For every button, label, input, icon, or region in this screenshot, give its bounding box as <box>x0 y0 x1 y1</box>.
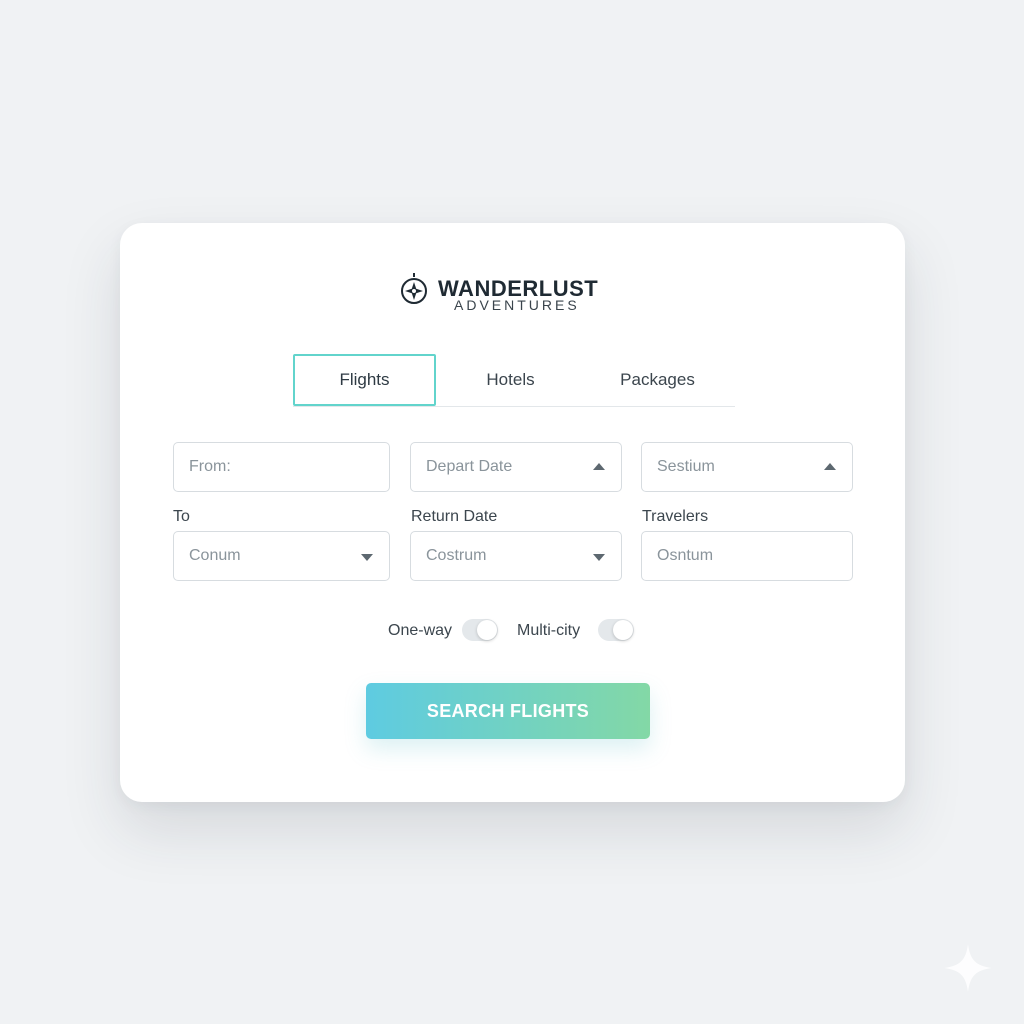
search-tabs: Flights Hotels Packages <box>293 354 735 408</box>
caret-down-icon <box>593 554 605 561</box>
return-date-value: Costrum <box>426 547 487 564</box>
tab-flights[interactable]: Flights <box>293 354 436 406</box>
to-field-value: Conum <box>189 547 241 564</box>
multi-city-toggle[interactable] <box>598 619 634 641</box>
return-date-label: Return Date <box>411 508 498 525</box>
tabs-divider <box>293 406 735 407</box>
trip-type-toggles: One-way Multi-city <box>120 617 905 647</box>
sestium-field-value: Sestium <box>657 458 715 475</box>
travelers-field[interactable]: Osntum <box>641 531 853 581</box>
search-flights-button[interactable]: SEARCH FLIGHTS <box>366 683 650 739</box>
travelers-field-value: Osntum <box>657 547 714 564</box>
multi-city-label: Multi-city <box>517 622 581 639</box>
tab-packages[interactable]: Packages <box>586 354 729 406</box>
return-date-field[interactable]: Costrum <box>410 531 622 581</box>
depart-date-value: Depart Date <box>426 458 513 475</box>
compass-icon <box>401 273 427 304</box>
caret-down-icon <box>361 554 373 561</box>
from-field-value: From: <box>189 458 231 475</box>
to-label: To <box>173 508 190 525</box>
depart-date-field[interactable]: Depart Date <box>410 442 622 492</box>
caret-up-icon <box>824 463 836 470</box>
from-field[interactable]: From: <box>173 442 390 492</box>
one-way-label: One-way <box>388 622 453 639</box>
brand-logo: WANDERLUST ADVENTURES <box>120 271 905 321</box>
flight-search-card: WANDERLUST ADVENTURES Flights Hotels Pac… <box>120 223 905 802</box>
sparkle-icon <box>944 944 992 992</box>
sestium-field[interactable]: Sestium <box>641 442 853 492</box>
one-way-toggle[interactable] <box>462 619 498 641</box>
travelers-label: Travelers <box>642 508 709 525</box>
toggle-knob <box>613 620 633 640</box>
caret-up-icon <box>593 463 605 470</box>
tab-hotels[interactable]: Hotels <box>439 354 582 406</box>
toggle-knob <box>477 620 497 640</box>
to-field[interactable]: Conum <box>173 531 390 581</box>
brand-subtitle: ADVENTURES <box>454 297 580 313</box>
